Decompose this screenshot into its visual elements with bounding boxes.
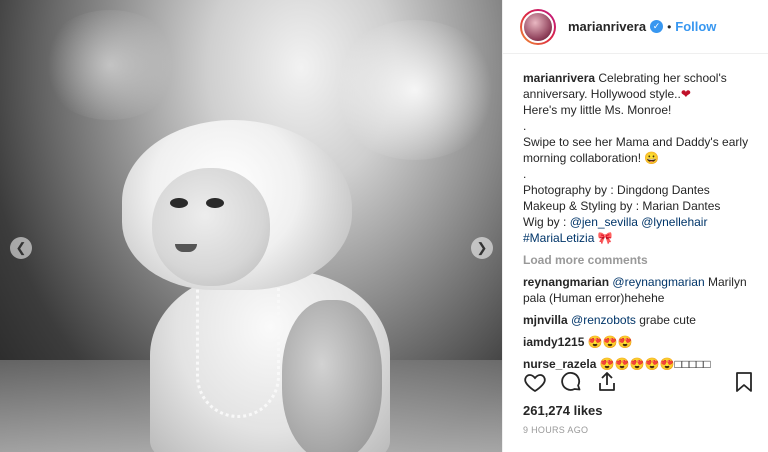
mention-link-jen-sevilla[interactable]: @jen_sevilla (570, 215, 638, 229)
separator-dot: • (667, 19, 672, 34)
post-caption: marianrivera Celebrating her school's an… (523, 70, 756, 246)
comment-mention-link[interactable]: @renzobots (571, 313, 636, 327)
post-sidebar: marianrivera ✓ • Follow marianrivera Cel… (502, 0, 768, 452)
comment-text: 😍😍😍😍😍□□□□□ (599, 357, 711, 371)
follow-button[interactable]: Follow (675, 19, 716, 34)
heart-emoji: ❤ (680, 87, 691, 101)
post-actions (523, 370, 756, 394)
share-icon (599, 372, 615, 391)
comment-icon (561, 372, 581, 391)
wig-label: Wig by : (523, 215, 570, 229)
child-eye (170, 198, 188, 208)
avatar[interactable] (520, 8, 556, 45)
avatar-image (522, 10, 554, 43)
caption-line: Makeup & Styling by : Marian Dantes (523, 199, 721, 213)
bookmark-icon (736, 372, 752, 392)
comments-list: marianrivera Celebrating her school's an… (523, 70, 756, 378)
bokeh-light (330, 20, 500, 160)
comment-username[interactable]: reynangmarian (523, 275, 609, 289)
comment-username[interactable]: nurse_razela (523, 357, 596, 371)
caption-line: marianrivera Celebrating her school's an… (523, 70, 756, 102)
caption-line: Swipe to see her Mama and Daddy's early … (523, 135, 749, 165)
post-header: marianrivera ✓ • Follow (503, 0, 768, 54)
share-button[interactable] (595, 370, 619, 394)
caption-line: #MariaLetizia 🎀 (523, 230, 756, 246)
verified-badge-icon: ✓ (650, 20, 664, 33)
comment-button[interactable] (559, 370, 583, 394)
comment-text: grabe cute (635, 313, 696, 327)
heart-icon (524, 374, 546, 393)
comment-text: 😍😍😍 (587, 335, 633, 349)
caption-line: . (523, 167, 527, 181)
comment-username[interactable]: mjnvilla (523, 313, 568, 327)
like-button[interactable] (523, 370, 547, 394)
comment-mention-link[interactable]: @reynangmarian (612, 275, 704, 289)
caption-line: Wig by : @jen_sevilla @lynellehair (523, 214, 756, 230)
comment-item: iamdy1215 😍😍😍 (523, 334, 756, 350)
child-face (152, 168, 270, 286)
caption-line: Here's my little Ms. Monroe! (523, 103, 672, 117)
caption-line: . (523, 119, 527, 133)
next-slide-button[interactable]: ❯ (471, 237, 493, 259)
likes-count[interactable]: 261,274 likes (523, 403, 603, 418)
pearl-necklace (196, 268, 280, 418)
comment-username[interactable]: iamdy1215 (523, 335, 584, 349)
save-button[interactable] (732, 370, 756, 394)
comment-item: reynangmarian @reynangmarian Marilyn pal… (523, 274, 756, 306)
bokeh-light (40, 10, 180, 120)
mention-link-lynellehair[interactable]: @lynellehair (641, 215, 707, 229)
load-more-comments-button[interactable]: Load more comments (523, 252, 756, 268)
username-link[interactable]: marianrivera (568, 19, 646, 34)
post-photo: ❮ ❯ (0, 0, 502, 452)
previous-slide-button[interactable]: ❮ (10, 237, 32, 259)
caption-username[interactable]: marianrivera (523, 71, 595, 85)
child-eye (206, 198, 224, 208)
ribbon-emoji: 🎀 (597, 231, 613, 245)
caption-line: Photography by : Dingdong Dantes (523, 183, 710, 197)
comment-item: mjnvilla @renzobots grabe cute (523, 312, 756, 328)
child-arm (282, 300, 382, 452)
hashtag-link[interactable]: #MariaLetizia (523, 231, 594, 245)
post-timestamp[interactable]: 9 HOURS AGO (523, 425, 588, 435)
